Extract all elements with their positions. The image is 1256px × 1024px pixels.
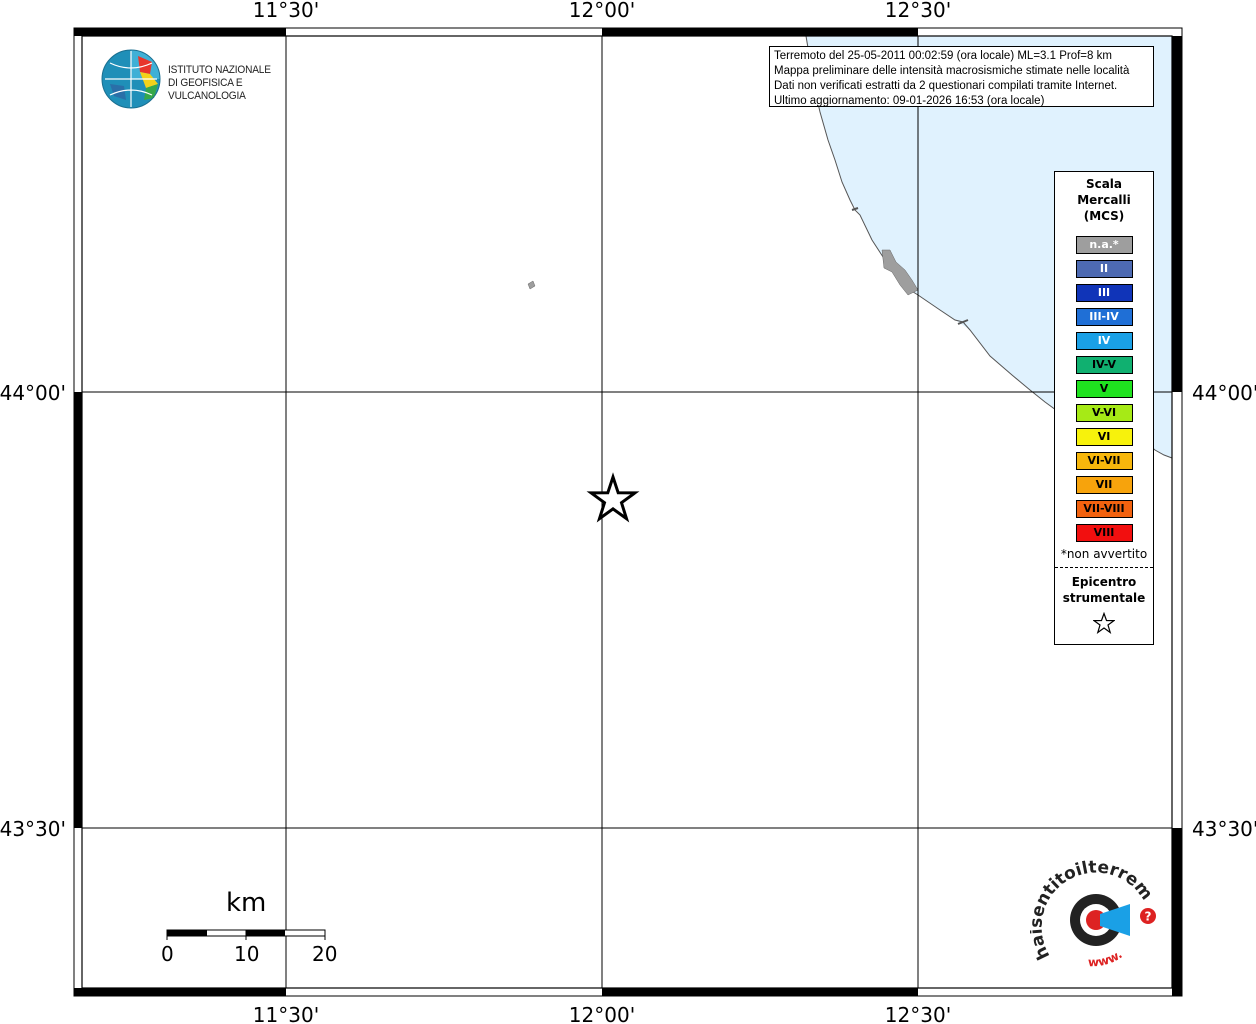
mcs-legend: Scala Mercalli (MCS) n.a.* II III III-IV IV I… — [1054, 171, 1154, 645]
legend-item: III-IV — [1075, 308, 1133, 326]
legend-item: VI-VII — [1075, 452, 1133, 470]
data-note-line: Dati non verificati estratti da 2 questi… — [774, 80, 1118, 92]
lon-tick-top: 11°30' — [253, 0, 319, 22]
lat-tick-left: 43°30' — [0, 817, 66, 841]
question-icon: ? — [1145, 910, 1152, 924]
globe-icon — [101, 49, 161, 109]
legend-items: n.a.* II III III-IV IV IV-V V V-VI VI VI-VII VII VI… — [1055, 236, 1153, 542]
lon-tick-top: 12°30' — [885, 0, 951, 22]
legend-item: II — [1075, 260, 1133, 278]
frame-block — [74, 28, 82, 36]
logo-line: ISTITUTO NAZIONALE — [168, 64, 271, 76]
legend-item: VII — [1075, 476, 1133, 494]
legend-item: V — [1075, 380, 1133, 398]
legend-item: III — [1075, 284, 1133, 302]
scale-label: 20 — [312, 942, 338, 966]
scale-unit: km — [226, 888, 267, 918]
event-info-box: Terremoto del 25-05-2011 00:02:59 (ora l… — [769, 46, 1154, 107]
lon-tick-bottom: 12°30' — [885, 1003, 951, 1024]
frame-block — [74, 392, 82, 828]
legend-epicenter-label: Epicentro strumentale — [1055, 574, 1153, 606]
legend-title-line: Scala — [1085, 177, 1123, 191]
legend-epi-line: Epicentro — [1071, 575, 1137, 589]
frame-block — [74, 28, 286, 36]
lon-tick-bottom: 11°30' — [253, 1003, 319, 1024]
frame-block — [602, 988, 918, 996]
update-line: Ultimo aggiornamento: 09-01-2026 16:53 (… — [774, 95, 1045, 107]
legend-star-icon — [1055, 611, 1153, 638]
legend-note: *non avvertito — [1060, 547, 1148, 561]
hst-logo: haisentitoilterremoto.it www. ? — [1024, 841, 1165, 976]
legend-item: IV-V — [1075, 356, 1133, 374]
watermark-url: www. — [1088, 947, 1125, 969]
scale-label: 10 — [234, 942, 260, 966]
lat-tick-right: 44°00' — [1192, 381, 1256, 405]
urban-small — [527, 280, 536, 290]
map-desc-line: Mappa preliminare delle intensità macros… — [774, 65, 1130, 77]
epicenter-star-icon — [586, 472, 640, 523]
logo-line: DI GEOFISICA E VULCANOLOGIA — [168, 77, 246, 102]
lat-tick-right: 43°30' — [1192, 817, 1256, 841]
legend-epi-line: strumentale — [1062, 591, 1146, 605]
lon-tick-top: 12°00' — [569, 0, 635, 22]
scale-bar: km 0 10 20 — [160, 888, 350, 968]
legend-item: n.a.* — [1075, 236, 1133, 254]
legend-item: IV — [1075, 332, 1133, 350]
legend-title-line: Mercalli — [1077, 193, 1131, 207]
legend-title-line: (MCS) — [1083, 209, 1125, 223]
lat-tick-left: 44°00' — [0, 381, 66, 405]
lon-tick-bottom: 12°00' — [569, 1003, 635, 1024]
legend-item: VIII — [1075, 524, 1133, 542]
legend-item: VII-VIII — [1075, 500, 1133, 518]
frame-block — [1172, 828, 1182, 996]
scale-label: 0 — [161, 942, 174, 966]
ingv-logo: ISTITUTO NAZIONALE DI GEOFISICA E VULCAN… — [100, 48, 320, 110]
event-info-line: Terremoto del 25-05-2011 00:02:59 (ora l… — [774, 50, 1112, 62]
frame-block — [74, 988, 286, 996]
frame-block — [1172, 36, 1182, 392]
legend-title: Scala Mercalli (MCS) — [1055, 176, 1153, 224]
legend-divider — [1055, 567, 1153, 568]
legend-item: VI — [1075, 428, 1133, 446]
frame-block — [602, 28, 918, 36]
ingv-name: ISTITUTO NAZIONALE DI GEOFISICA E VULCAN… — [168, 64, 308, 103]
legend-item: V-VI — [1075, 404, 1133, 422]
